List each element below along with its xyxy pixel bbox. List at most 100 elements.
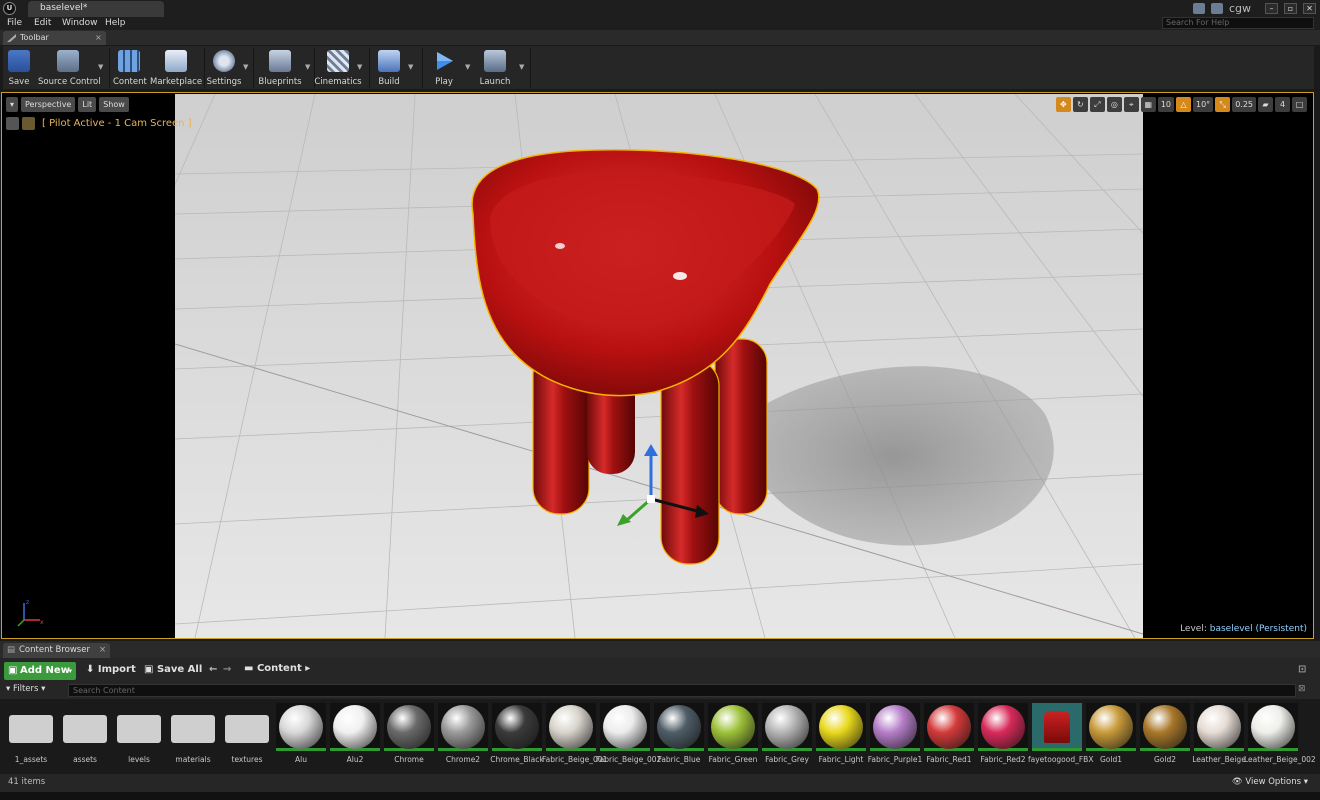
- grid-snap-value[interactable]: 10: [1157, 97, 1174, 112]
- add-new-dropdown-icon: ▾: [68, 667, 72, 675]
- level-document-tab[interactable]: baselevel*: [28, 1, 164, 17]
- scale-mode-icon[interactable]: ⤢: [1089, 97, 1105, 112]
- asset-tile[interactable]: Gold2: [1140, 703, 1190, 773]
- view-options-button[interactable]: 👁 View Options ▾: [1232, 777, 1308, 787]
- play-button[interactable]: Play: [425, 46, 463, 90]
- launch-dropdown-icon[interactable]: ▼: [519, 63, 524, 71]
- asset-tile[interactable]: Leather_Beige_002: [1244, 703, 1316, 773]
- clear-search-icon[interactable]: ⊠: [1298, 684, 1306, 694]
- forward-arrow-icon[interactable]: →: [223, 663, 231, 677]
- save-label: Save: [8, 77, 30, 87]
- asset-tile[interactable]: Fabric_Green: [708, 703, 758, 773]
- asset-tile[interactable]: Chrome: [384, 703, 434, 773]
- asset-tile[interactable]: Fabric_Red2: [978, 703, 1028, 773]
- close-button[interactable]: ✕: [1303, 3, 1316, 14]
- content-browser-tab-close-icon[interactable]: ×: [99, 645, 106, 655]
- folder-tile[interactable]: levels: [114, 703, 164, 773]
- settings-button[interactable]: Settings: [206, 46, 242, 90]
- save-all-button[interactable]: ▣ Save All: [144, 663, 202, 677]
- asset-tile[interactable]: Chrome_Black: [490, 703, 544, 773]
- world-space-icon[interactable]: ◎: [1106, 97, 1122, 112]
- folder-tile[interactable]: 1_assets: [6, 703, 56, 773]
- content-icon: [118, 50, 140, 72]
- rotate-mode-icon[interactable]: ↻: [1072, 97, 1088, 112]
- asset-tile[interactable]: Leather_Beige: [1192, 703, 1246, 773]
- folder-tile[interactable]: materials: [168, 703, 218, 773]
- add-new-button[interactable]: ▣ Add New ▾: [4, 662, 76, 680]
- notification-icon[interactable]: [1192, 3, 1205, 14]
- grid-snap-icon[interactable]: ▦: [1140, 97, 1156, 112]
- play-dropdown-icon[interactable]: ▼: [465, 63, 470, 71]
- surface-snap-icon[interactable]: ⌖: [1123, 97, 1139, 112]
- level-viewport[interactable]: ▾ Perspective Lit Show [ Pilot Active - …: [1, 92, 1314, 639]
- settings-gear-icon: [213, 50, 235, 72]
- source-control-button[interactable]: Source Control: [38, 46, 101, 90]
- folder-tile[interactable]: textures: [222, 703, 272, 773]
- cinematics-dropdown-icon[interactable]: ▼: [357, 63, 362, 71]
- content-path-breadcrumb[interactable]: ▬ Content ▸: [244, 663, 310, 674]
- build-button[interactable]: Build: [372, 46, 406, 90]
- asset-tile[interactable]: Alu: [276, 703, 326, 773]
- source-control-icon: [57, 50, 79, 72]
- launch-button[interactable]: Launch: [476, 46, 514, 90]
- scale-snap-value[interactable]: 0.25: [1232, 97, 1256, 112]
- blueprints-dropdown-icon[interactable]: ▼: [305, 63, 310, 71]
- save-button[interactable]: Save: [3, 46, 35, 90]
- content-button[interactable]: Content: [113, 46, 147, 90]
- menu-bar: File Edit Window Help: [0, 17, 1320, 30]
- asset-tile[interactable]: Fabric_Blue: [654, 703, 704, 773]
- viewport-scene[interactable]: [175, 94, 1143, 638]
- rotation-snap-value[interactable]: 10°: [1193, 97, 1214, 112]
- import-button[interactable]: ⬇ Import: [86, 663, 136, 677]
- filters-button[interactable]: ▾ Filters ▾: [6, 684, 45, 694]
- maximize-viewport-icon[interactable]: □: [1292, 97, 1307, 112]
- asset-thumbnail: [600, 703, 650, 751]
- asset-thumbnail: [1086, 703, 1136, 751]
- asset-tile[interactable]: Fabric_Red1: [924, 703, 974, 773]
- lock-icon[interactable]: ⊡: [1298, 663, 1306, 677]
- perspective-button[interactable]: Perspective: [21, 97, 76, 112]
- show-button[interactable]: Show: [99, 97, 129, 112]
- rotation-snap-icon[interactable]: △: [1176, 97, 1191, 112]
- translate-mode-icon[interactable]: ✥: [1055, 97, 1071, 112]
- asset-tile[interactable]: Fabric_Beige_002: [596, 703, 661, 773]
- asset-tile[interactable]: fayetoogood_FBX: [1028, 703, 1093, 773]
- asset-tile[interactable]: Fabric_Purple1: [868, 703, 922, 773]
- toolbar-tab-close-icon[interactable]: ×: [95, 33, 102, 42]
- asset-tile[interactable]: Fabric_Light: [816, 703, 866, 773]
- scale-snap-icon[interactable]: ⤡: [1215, 97, 1231, 112]
- asset-thumbnail: [708, 703, 758, 751]
- toolbar-tab[interactable]: Toolbar ×: [3, 31, 106, 45]
- source-control-dropdown-icon[interactable]: ▼: [98, 63, 103, 71]
- minimize-button[interactable]: –: [1265, 3, 1278, 14]
- lock-camera-icon[interactable]: [22, 117, 35, 130]
- maximize-button[interactable]: ▫: [1284, 3, 1297, 14]
- search-help-input[interactable]: Search For Help: [1162, 17, 1314, 29]
- asset-tile[interactable]: Chrome2: [438, 703, 488, 773]
- marketplace-button[interactable]: Marketplace: [150, 46, 202, 90]
- blueprints-button[interactable]: Blueprints: [256, 46, 304, 90]
- asset-tile[interactable]: Fabric_Grey: [762, 703, 812, 773]
- settings-dropdown-icon[interactable]: ▼: [243, 63, 248, 71]
- asset-tile[interactable]: Alu2: [330, 703, 380, 773]
- back-arrow-icon[interactable]: ←: [209, 663, 217, 677]
- content-browser-tab[interactable]: ▤ Content Browser ×: [3, 643, 110, 658]
- camera-speed-value[interactable]: 4: [1275, 97, 1290, 112]
- bug-report-icon[interactable]: [1210, 3, 1223, 14]
- camera-speed-icon[interactable]: ▰: [1258, 97, 1273, 112]
- lit-button[interactable]: Lit: [78, 97, 97, 112]
- build-dropdown-icon[interactable]: ▼: [408, 63, 413, 71]
- user-name: cgw: [1228, 2, 1251, 15]
- asset-tile[interactable]: Fabric_Beige_001: [542, 703, 607, 773]
- menu-help[interactable]: Help: [105, 17, 126, 29]
- eject-pilot-icon[interactable]: [6, 117, 19, 130]
- menu-edit[interactable]: Edit: [34, 17, 51, 29]
- search-content-input[interactable]: Search Content: [68, 684, 1296, 697]
- menu-file[interactable]: File: [7, 17, 22, 29]
- asset-thumbnail: [546, 703, 596, 751]
- viewport-menu-button[interactable]: ▾: [6, 97, 19, 112]
- asset-tile[interactable]: Gold1: [1086, 703, 1136, 773]
- menu-window[interactable]: Window: [62, 17, 98, 29]
- folder-tile[interactable]: assets: [60, 703, 110, 773]
- asset-name: Fabric_Blue: [657, 755, 701, 764]
